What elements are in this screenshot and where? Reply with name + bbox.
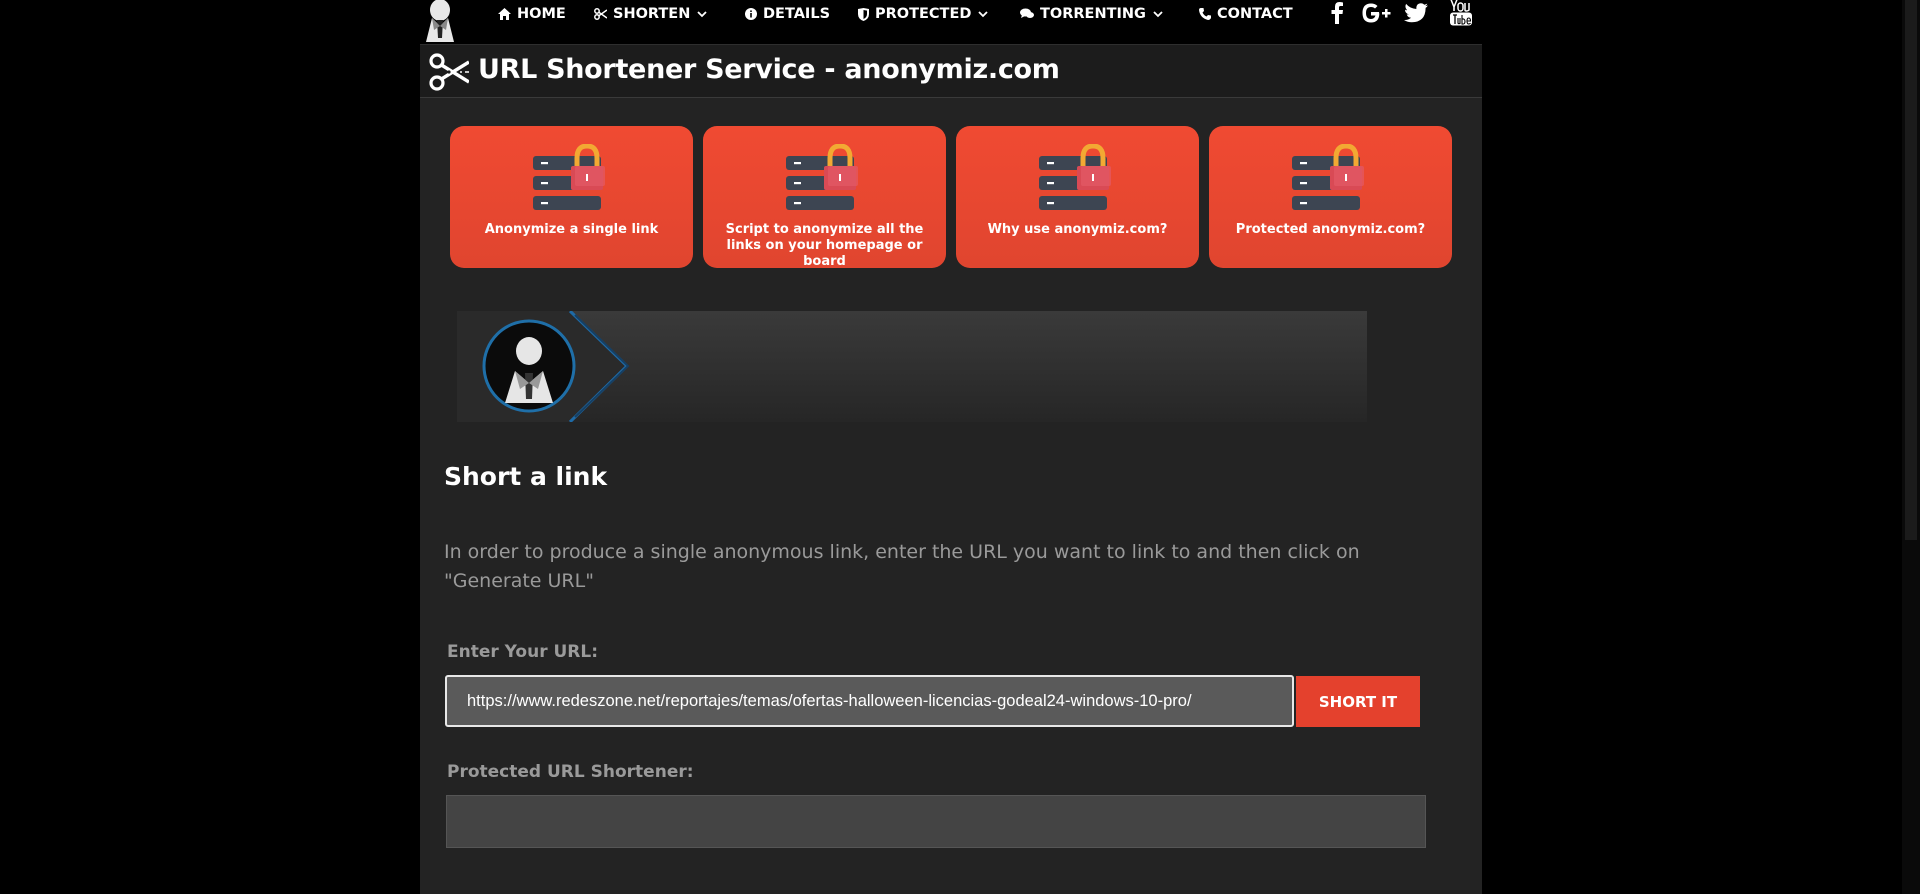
nav-details[interactable]: DETAILS <box>745 4 830 24</box>
nav-contact-label: CONTACT <box>1217 6 1293 22</box>
nav-details-label: DETAILS <box>763 6 831 22</box>
scissors-icon <box>594 8 607 20</box>
comments-icon <box>1020 8 1034 20</box>
url-field-label: Enter Your URL: <box>447 642 599 662</box>
card-why-use[interactable]: Why use anonymiz.com? <box>956 126 1199 268</box>
page-header: URL Shortener Service - anonymiz.com <box>420 44 1482 98</box>
card-label: Why use anonymiz.com? <box>987 222 1168 237</box>
card-label: Anonymize a single link <box>484 222 659 237</box>
phone-icon <box>1199 8 1211 20</box>
home-icon <box>498 8 511 20</box>
chevron-down-icon <box>696 10 708 18</box>
server-lock-icon <box>1292 143 1372 216</box>
scissors-icon <box>429 53 470 91</box>
shield-icon <box>858 7 869 21</box>
scrollbar-thumb[interactable] <box>1905 0 1917 540</box>
shortened-url-output[interactable] <box>446 795 1426 848</box>
page-scrollbar[interactable] <box>1902 0 1920 894</box>
site-logo[interactable] <box>420 0 460 42</box>
youtube-icon[interactable] <box>1449 0 1473 26</box>
nav-torrenting[interactable]: TORRENTING <box>1020 4 1164 24</box>
chevron-down-icon <box>1152 10 1164 18</box>
main-panel: URL Shortener Service - anonymiz.com Ano… <box>420 44 1482 894</box>
server-lock-icon <box>533 143 613 216</box>
facebook-icon[interactable] <box>1325 0 1349 26</box>
card-anonymize-single-link[interactable]: Anonymize a single link <box>450 126 693 268</box>
card-label: Script to anonymize all the links on you… <box>725 222 924 269</box>
section-heading: Short a link <box>444 462 608 491</box>
mascot-avatar <box>482 319 576 413</box>
top-navigation: HOME SHORTEN DETAILS PROTECTED TORRENTIN… <box>420 0 1482 44</box>
server-lock-icon <box>1039 143 1119 216</box>
info-icon <box>745 8 757 20</box>
nav-protected-label: PROTECTED <box>875 6 972 22</box>
card-label: Protected anonymiz.com? <box>1235 222 1426 237</box>
output-field-label: Protected URL Shortener: <box>447 762 694 782</box>
page-title: URL Shortener Service - anonymiz.com <box>478 54 1060 85</box>
nav-home-label: HOME <box>517 6 566 22</box>
promo-banner[interactable] <box>457 311 1367 422</box>
nav-protected[interactable]: PROTECTED <box>858 4 989 24</box>
twitter-icon[interactable] <box>1403 0 1429 26</box>
short-it-button[interactable]: SHORT IT <box>1296 676 1420 727</box>
instructions-text: In order to produce a single anonymous l… <box>444 541 1360 592</box>
card-protected[interactable]: Protected anonymiz.com? <box>1209 126 1452 268</box>
nav-torrenting-label: TORRENTING <box>1040 6 1146 22</box>
google-plus-icon[interactable] <box>1360 0 1394 26</box>
nav-shorten-label: SHORTEN <box>613 6 691 22</box>
nav-home[interactable]: HOME <box>498 4 566 24</box>
server-lock-icon <box>786 143 866 216</box>
nav-shorten[interactable]: SHORTEN <box>594 4 708 24</box>
chevron-down-icon <box>977 10 989 18</box>
url-input[interactable] <box>445 675 1294 727</box>
card-anonymize-script[interactable]: Script to anonymize all the links on you… <box>703 126 946 269</box>
nav-contact[interactable]: CONTACT <box>1199 4 1293 24</box>
